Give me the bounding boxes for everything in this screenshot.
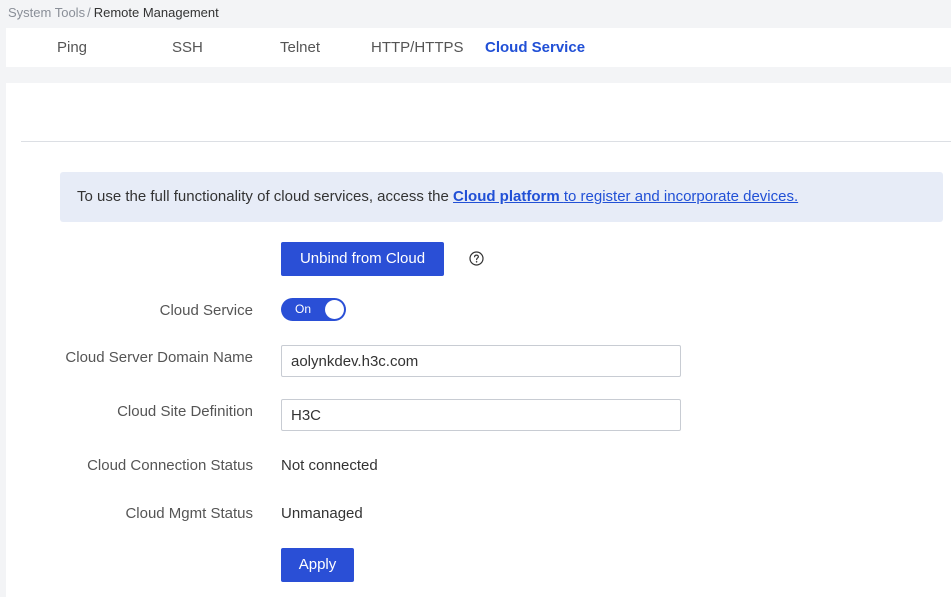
tab-bar: Ping SSH Telnet HTTP/HTTPS Cloud Service [6,28,951,67]
connection-status-value: Not connected [281,457,378,474]
notice-text-after[interactable]: to register and incorporate devices. [564,188,798,205]
mgmt-status-label: Cloud Mgmt Status [125,505,253,522]
unbind-from-cloud-button[interactable]: Unbind from Cloud [281,242,444,276]
tab-cloud-service[interactable]: Cloud Service [485,28,585,67]
apply-button[interactable]: Apply [281,548,354,582]
tab-ssh[interactable]: SSH [172,28,203,67]
toggle-state-text: On [295,302,312,316]
section-divider [21,141,951,142]
domain-name-input[interactable] [281,345,681,377]
cloud-service-toggle[interactable]: On [281,298,346,321]
breadcrumb-parent[interactable]: System Tools [8,5,85,20]
toggle-knob [325,300,344,319]
cloud-platform-link[interactable]: Cloud platform [453,188,564,205]
question-circle-icon[interactable] [469,251,484,266]
site-definition-label: Cloud Site Definition [117,403,253,420]
info-notice: To use the full functionality of cloud s… [60,172,943,222]
tab-http-https[interactable]: HTTP/HTTPS [371,28,464,67]
cloud-service-label: Cloud Service [159,302,253,319]
content-panel: To use the full functionality of cloud s… [6,83,951,597]
breadcrumb: System Tools / Remote Management [8,4,219,22]
breadcrumb-separator: / [87,5,91,20]
connection-status-label: Cloud Connection Status [87,457,253,474]
notice-text-before: To use the full functionality of cloud s… [77,188,454,205]
tab-telnet[interactable]: Telnet [280,28,320,67]
breadcrumb-current: Remote Management [93,5,219,20]
tab-ping[interactable]: Ping [57,28,87,67]
site-definition-input[interactable] [281,399,681,431]
mgmt-status-value: Unmanaged [281,505,363,522]
domain-name-label: Cloud Server Domain Name [65,349,253,366]
